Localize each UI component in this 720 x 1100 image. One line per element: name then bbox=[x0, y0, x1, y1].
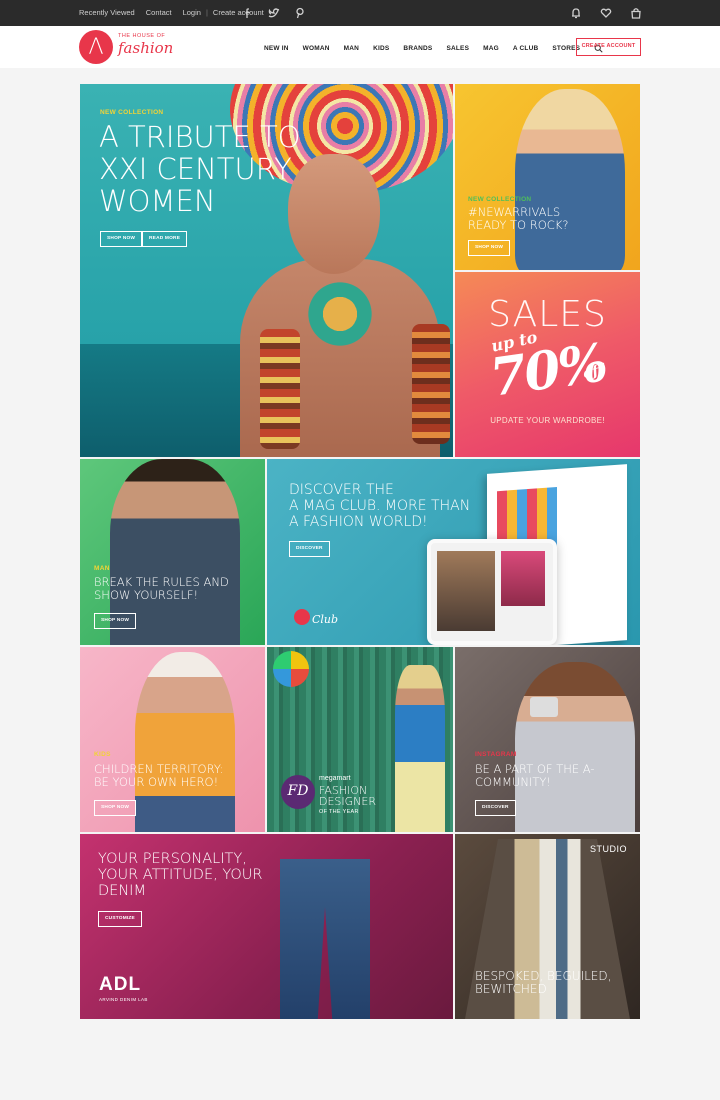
nav-new-in[interactable]: NEW IN bbox=[264, 45, 289, 53]
new-arrivals-subtitle: NEW COLLECTION bbox=[468, 196, 532, 203]
adl-logo-subtitle: ARVIND DENIM LAB bbox=[99, 997, 148, 1002]
club-headline-line-3: A FASHION WORLD! bbox=[289, 514, 428, 530]
studio-tile[interactable]: STUDIO BESPOKED, BEGUILED, BEWITCHED bbox=[455, 834, 640, 1019]
hero-tile[interactable]: NEW COLLECTION A TRIBUTE TO XXI CENTURY … bbox=[80, 84, 453, 457]
community-model-image bbox=[515, 662, 635, 832]
designer-badge-text: FD bbox=[287, 783, 309, 799]
club-logo-icon bbox=[294, 609, 310, 625]
recently-viewed-link[interactable]: Recently Viewed bbox=[79, 8, 135, 17]
adl-logo: ADL bbox=[99, 974, 142, 995]
man-tile[interactable]: MAN BREAK THE RULES AND SHOW YOURSELF! S… bbox=[80, 459, 265, 645]
facebook-icon[interactable] bbox=[242, 6, 254, 18]
designer-year: OF THE YEAR bbox=[319, 809, 359, 815]
man-subtitle: MAN bbox=[94, 565, 110, 572]
man-shop-now-button[interactable]: SHOP NOW bbox=[94, 613, 137, 629]
bag-icon[interactable] bbox=[630, 6, 642, 19]
designer-brand: megamart bbox=[319, 775, 351, 782]
nav-brands[interactable]: BRANDS bbox=[403, 45, 432, 53]
kids-tile[interactable]: KIDS CHILDREN TERRITORY: BE YOUR OWN HER… bbox=[80, 647, 265, 832]
kids-headline: CHILDREN TERRITORY: BE YOUR OWN HERO! bbox=[94, 762, 224, 789]
community-headline: BE A PART OF THE A-COMMUNITY! bbox=[475, 762, 595, 789]
denim-lab-tile[interactable]: YOUR PERSONALITY, YOUR ATTITUDE, YOUR DE… bbox=[80, 834, 453, 1019]
hero-read-more-button[interactable]: READ MORE bbox=[142, 231, 188, 247]
tablet-image bbox=[427, 539, 557, 645]
kids-subtitle: KIDS bbox=[94, 751, 111, 758]
logo-script-text: fashion bbox=[118, 39, 174, 57]
community-discover-button[interactable]: DISCOVER bbox=[475, 800, 516, 816]
kids-shop-now-button[interactable]: SHOP NOW bbox=[94, 800, 137, 816]
new-arrivals-model-image bbox=[515, 89, 625, 270]
nav-mag[interactable]: MAG bbox=[483, 45, 499, 53]
site-header: Λ THE HOUSE OF fashion NEW IN WOMAN MAN … bbox=[0, 26, 720, 68]
denim-lab-customize-button[interactable]: CUSTOMIZE bbox=[98, 911, 142, 927]
pinterest-icon[interactable] bbox=[294, 6, 306, 19]
nav-sales[interactable]: SALES bbox=[446, 45, 469, 53]
kids-model-image bbox=[135, 652, 235, 832]
club-discover-button[interactable]: DISCOVER bbox=[289, 541, 330, 557]
studio-headline: BESPOKED, BEGUILED, BEWITCHED bbox=[475, 969, 612, 997]
social-links bbox=[242, 6, 306, 19]
top-links: Recently Viewed Contact Login | Create a… bbox=[79, 8, 264, 17]
nav-man[interactable]: MAN bbox=[344, 45, 359, 53]
jeans-image bbox=[280, 859, 370, 1019]
new-arrivals-shop-now-button[interactable]: SHOP NOW bbox=[468, 240, 511, 256]
community-subtitle: INSTAGRAM bbox=[475, 751, 517, 758]
hero-shop-now-button[interactable]: SHOP NOW bbox=[100, 231, 143, 247]
nav-kids[interactable]: KIDS bbox=[373, 45, 389, 53]
sales-update-wardrobe: UPDATE YOUR WARDROBE! bbox=[490, 416, 605, 425]
club-headline-line-1: DISCOVER THE bbox=[289, 482, 394, 498]
heart-icon[interactable] bbox=[600, 6, 612, 18]
denim-lab-headline: YOUR PERSONALITY, YOUR ATTITUDE, YOUR DE… bbox=[98, 851, 263, 899]
hero-necklace-image bbox=[295, 279, 385, 349]
community-tile[interactable]: INSTAGRAM BE A PART OF THE A-COMMUNITY! … bbox=[455, 647, 640, 832]
designer-title: FASHION DESIGNER bbox=[319, 784, 376, 808]
logo[interactable]: Λ bbox=[79, 30, 113, 64]
hero-bangles-left bbox=[260, 329, 300, 449]
man-headline: BREAK THE RULES AND SHOW YOURSELF! bbox=[94, 575, 229, 602]
club-headline-line-2: A MAG CLUB. MORE THAN bbox=[289, 498, 471, 514]
logo-wordmark[interactable]: THE HOUSE OF fashion bbox=[118, 33, 173, 57]
twitter-icon[interactable] bbox=[268, 6, 280, 18]
main-nav: NEW IN WOMAN MAN KIDS BRANDS SALES MAG A… bbox=[264, 44, 603, 53]
hero-subtitle: NEW COLLECTION bbox=[100, 109, 164, 116]
fashion-designer-tile[interactable]: FD megamart FASHION DESIGNER OF THE YEAR bbox=[267, 647, 453, 832]
sales-title: SALES bbox=[488, 294, 607, 335]
hero-headline: A TRIBUTE TO XXI CENTURY WOMEN bbox=[99, 120, 301, 218]
account-icons bbox=[570, 6, 642, 19]
top-utility-bar: Recently Viewed Contact Login | Create a… bbox=[0, 0, 720, 26]
contact-link[interactable]: Contact bbox=[146, 8, 172, 17]
hero-bangles-right bbox=[412, 324, 450, 444]
pinwheel-image bbox=[273, 651, 309, 687]
new-arrivals-headline: #NEWARRIVALS READY TO ROCK? bbox=[468, 205, 569, 232]
club-logo-word: Club bbox=[312, 613, 339, 626]
designer-badge: FD bbox=[281, 775, 315, 809]
studio-label: STUDIO bbox=[590, 844, 628, 854]
login-link[interactable]: Login bbox=[183, 8, 201, 17]
camera-image bbox=[530, 697, 558, 717]
nav-a-club[interactable]: A CLUB bbox=[513, 45, 539, 53]
bell-icon[interactable] bbox=[570, 6, 582, 19]
nav-woman[interactable]: WOMAN bbox=[303, 45, 330, 53]
a-club-tile[interactable]: DISCOVER THE A MAG CLUB. MORE THAN A FAS… bbox=[267, 459, 640, 645]
sales-tile[interactable]: SALES up to 70% off UPDATE YOUR WARDROBE… bbox=[455, 272, 640, 457]
create-account-button[interactable]: CREATE ACCOUNT bbox=[576, 38, 641, 56]
logo-letter: Λ bbox=[88, 35, 104, 60]
new-arrivals-tile[interactable]: NEW COLLECTION #NEWARRIVALS READY TO ROC… bbox=[455, 84, 640, 270]
separator: | bbox=[205, 8, 208, 17]
designer-model-image bbox=[395, 665, 445, 832]
